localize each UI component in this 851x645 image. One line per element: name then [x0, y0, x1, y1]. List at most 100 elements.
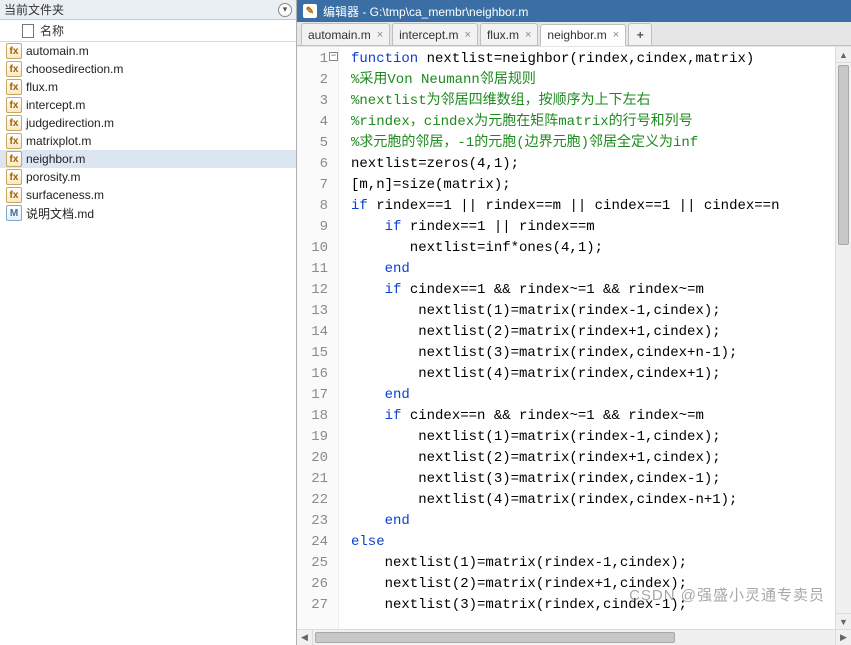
line-number: 25 — [297, 553, 328, 574]
code-line[interactable]: end — [351, 511, 835, 532]
matlab-file-icon: fx — [6, 43, 22, 59]
line-number: 5 — [297, 133, 328, 154]
code-line[interactable]: nextlist(3)=matrix(rindex,cindex-1); — [351, 595, 835, 616]
code-line[interactable]: end — [351, 259, 835, 280]
editor-app-icon: ✎ — [303, 4, 317, 18]
code-line[interactable]: end — [351, 385, 835, 406]
fold-icon[interactable]: − — [329, 52, 338, 61]
close-icon[interactable]: × — [613, 29, 619, 41]
code-line[interactable]: nextlist(2)=matrix(rindex+1,cindex); — [351, 322, 835, 343]
code-line[interactable]: nextlist(2)=matrix(rindex+1,cindex); — [351, 448, 835, 469]
tab-label: neighbor.m — [547, 28, 606, 42]
panel-menu-button[interactable]: ▾ — [278, 3, 292, 17]
file-row[interactable]: fxneighbor.m — [0, 150, 296, 168]
editor-title: 编辑器 - G:\tmp\ca_membr\neighbor.m — [323, 3, 528, 20]
code-line[interactable]: nextlist(4)=matrix(rindex,cindex-n+1); — [351, 490, 835, 511]
line-number: 17 — [297, 385, 328, 406]
file-row[interactable]: M说明文档.md — [0, 204, 296, 222]
code-line[interactable]: function nextlist=neighbor(rindex,cindex… — [351, 49, 835, 70]
code-line[interactable]: nextlist(3)=matrix(rindex,cindex-1); — [351, 469, 835, 490]
line-number: 23 — [297, 511, 328, 532]
code-line[interactable]: %采用Von Neumann邻居规则 — [351, 70, 835, 91]
line-number: 10 — [297, 238, 328, 259]
file-row[interactable]: fxautomain.m — [0, 42, 296, 60]
new-tab-button[interactable]: + — [628, 23, 652, 45]
file-name-label: judgedirection.m — [26, 116, 114, 130]
editor-code[interactable]: function nextlist=neighbor(rindex,cindex… — [339, 47, 835, 629]
editor-tab[interactable]: intercept.m × — [392, 23, 478, 45]
file-name-label: intercept.m — [26, 98, 85, 112]
file-row[interactable]: fx flux.m — [0, 78, 296, 96]
matlab-file-icon: fx — [6, 61, 22, 77]
code-line[interactable]: %求元胞的邻居，-1的元胞(边界元胞)邻居全定义为inf — [351, 133, 835, 154]
horizontal-scrollbar[interactable]: ◀ ▶ — [297, 629, 851, 645]
matlab-file-icon: fx — [6, 97, 22, 113]
file-name-label: flux.m — [26, 80, 58, 94]
file-row[interactable]: fx judgedirection.m — [0, 114, 296, 132]
close-icon[interactable]: × — [377, 29, 383, 41]
line-number: 18 — [297, 406, 328, 427]
matlab-file-icon: fx — [6, 169, 22, 185]
code-line[interactable]: else — [351, 532, 835, 553]
file-name-label: neighbor.m — [26, 152, 85, 166]
scroll-v-thumb[interactable] — [838, 65, 849, 245]
editor-panel: ✎ 编辑器 - G:\tmp\ca_membr\neighbor.m autom… — [297, 0, 851, 645]
code-line[interactable]: nextlist=zeros(4,1); — [351, 154, 835, 175]
line-number: 12 — [297, 280, 328, 301]
tab-label: intercept.m — [399, 28, 458, 42]
code-line[interactable]: nextlist(3)=matrix(rindex,cindex+n-1); — [351, 343, 835, 364]
scroll-h-track[interactable] — [313, 630, 835, 645]
scroll-up-arrow-icon[interactable]: ▲ — [836, 47, 851, 63]
scroll-down-arrow-icon[interactable]: ▼ — [836, 613, 851, 629]
line-number: 2 — [297, 70, 328, 91]
scroll-v-track[interactable] — [836, 63, 851, 613]
document-icon — [22, 24, 34, 38]
file-panel-header: 当前文件夹 ▾ — [0, 0, 296, 20]
file-name-label: matrixplot.m — [26, 134, 91, 148]
code-line[interactable]: nextlist=inf*ones(4,1); — [351, 238, 835, 259]
file-panel-title: 当前文件夹 — [4, 1, 278, 18]
scroll-left-arrow-icon[interactable]: ◀ — [297, 630, 313, 645]
code-line[interactable]: if cindex==n && rindex~=1 && rindex~=m — [351, 406, 835, 427]
line-number: 26 — [297, 574, 328, 595]
code-line[interactable]: %nextlist为邻居四维数组，按顺序为上下左右 — [351, 91, 835, 112]
matlab-file-icon: fx — [6, 133, 22, 149]
matlab-file-icon: fx — [6, 115, 22, 131]
file-panel: 当前文件夹 ▾ 名称 fxautomain.mfxchoosedirection… — [0, 0, 297, 645]
code-line[interactable]: nextlist(1)=matrix(rindex-1,cindex); — [351, 301, 835, 322]
file-row[interactable]: fx matrixplot.m — [0, 132, 296, 150]
editor-tab[interactable]: neighbor.m × — [540, 24, 626, 46]
code-line[interactable]: nextlist(1)=matrix(rindex-1,cindex); — [351, 427, 835, 448]
line-number: 11 — [297, 259, 328, 280]
code-line[interactable]: nextlist(4)=matrix(rindex,cindex+1); — [351, 364, 835, 385]
editor-tab[interactable]: automain.m × — [301, 23, 390, 45]
tab-label: flux.m — [487, 28, 519, 42]
file-name-label: 说明文档.md — [26, 205, 94, 222]
matlab-file-icon: fx — [6, 187, 22, 203]
file-column-header[interactable]: 名称 — [0, 20, 296, 42]
line-number: 19 — [297, 427, 328, 448]
line-number: 27 — [297, 595, 328, 616]
line-number: 21 — [297, 469, 328, 490]
tab-label: automain.m — [308, 28, 371, 42]
code-line[interactable]: if rindex==1 || rindex==m || cindex==1 |… — [351, 196, 835, 217]
code-line[interactable]: if cindex==1 && rindex~=1 && rindex~=m — [351, 280, 835, 301]
code-line[interactable]: %rindex，cindex为元胞在矩阵matrix的行号和列号 — [351, 112, 835, 133]
close-icon[interactable]: × — [465, 29, 471, 41]
editor-body: 1−23456789101112131415161718192021222324… — [297, 46, 851, 629]
scroll-right-arrow-icon[interactable]: ▶ — [835, 630, 851, 645]
code-line[interactable]: nextlist(1)=matrix(rindex-1,cindex); — [351, 553, 835, 574]
line-number: 6 — [297, 154, 328, 175]
file-row[interactable]: fxchoosedirection.m — [0, 60, 296, 78]
code-line[interactable]: if rindex==1 || rindex==m — [351, 217, 835, 238]
file-row[interactable]: fxporosity.m — [0, 168, 296, 186]
matlab-file-icon: fx — [6, 79, 22, 95]
code-line[interactable]: nextlist(2)=matrix(rindex+1,cindex); — [351, 574, 835, 595]
code-line[interactable]: [m,n]=size(matrix); — [351, 175, 835, 196]
vertical-scrollbar[interactable]: ▲ ▼ — [835, 47, 851, 629]
file-row[interactable]: fx intercept.m — [0, 96, 296, 114]
scroll-h-thumb[interactable] — [315, 632, 675, 643]
close-icon[interactable]: × — [525, 29, 531, 41]
file-row[interactable]: fxsurfaceness.m — [0, 186, 296, 204]
editor-tab[interactable]: flux.m × — [480, 23, 538, 45]
